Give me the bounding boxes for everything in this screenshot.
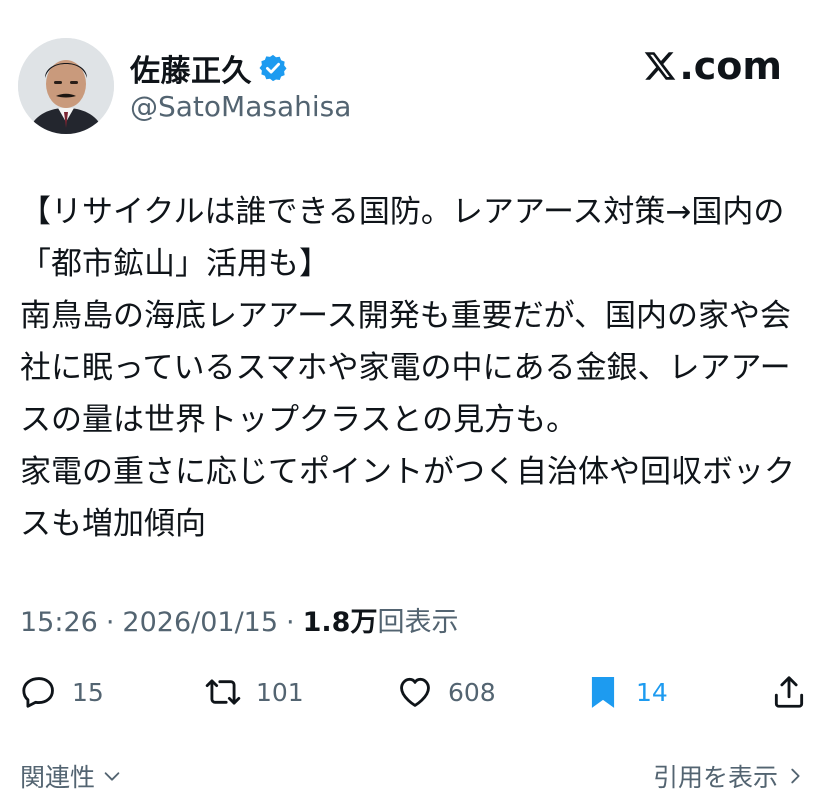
avatar-photo <box>18 38 114 134</box>
x-logo-icon <box>645 52 676 80</box>
meta-separator: · <box>105 607 115 638</box>
chevron-right-icon <box>791 768 800 784</box>
brand-label: .com <box>679 44 782 88</box>
reply-icon <box>22 677 54 708</box>
tweet-meta: 15:26 · 2026/01/15 · 1.8万 回表示 <box>20 600 458 639</box>
tweet-date[interactable]: 2026/01/15 <box>122 607 278 638</box>
view-quotes-link[interactable]: 引用を表示 <box>653 758 806 794</box>
bookmark-count: 14 <box>636 677 668 707</box>
meta-separator: · <box>286 607 295 638</box>
author-name-row[interactable]: 佐藤正久 <box>130 46 288 90</box>
reply-count: 15 <box>72 677 104 707</box>
views-count[interactable]: 1.8万 <box>303 600 378 639</box>
author-display-name[interactable]: 佐藤正久 <box>130 46 252 90</box>
repost-button[interactable]: 101 <box>204 668 304 716</box>
repost-count: 101 <box>256 677 304 707</box>
verified-badge-icon <box>259 54 287 82</box>
action-bar: 15 101 608 14 <box>0 668 828 716</box>
footer: 関連性 引用を表示 <box>0 758 828 798</box>
share-button[interactable] <box>770 668 822 716</box>
avatar[interactable] <box>18 38 114 134</box>
related-sort-button[interactable]: 関連性 <box>20 758 123 794</box>
quotes-label: 引用を表示 <box>652 763 778 792</box>
author-handle[interactable]: @SatoMasahisa <box>130 90 351 123</box>
heart-icon <box>400 677 430 707</box>
repost-icon <box>205 679 241 705</box>
reply-button[interactable]: 15 <box>20 668 104 716</box>
views-label: 回表示 <box>377 607 459 638</box>
chevron-down-icon <box>104 772 120 781</box>
brand: .com <box>643 44 782 88</box>
tweet-text: 【リサイクルは誰できる国防。レアアース対策→国内の「都市鉱山」活用も】 南鳥島の… <box>20 194 795 542</box>
like-button[interactable]: 608 <box>396 668 496 716</box>
like-count: 608 <box>448 677 496 707</box>
bookmark-button[interactable]: 14 <box>584 668 668 716</box>
tweet-time[interactable]: 15:26 <box>20 607 98 638</box>
share-icon <box>774 676 804 708</box>
related-label: 関連性 <box>20 763 96 792</box>
bookmark-icon <box>591 676 615 708</box>
